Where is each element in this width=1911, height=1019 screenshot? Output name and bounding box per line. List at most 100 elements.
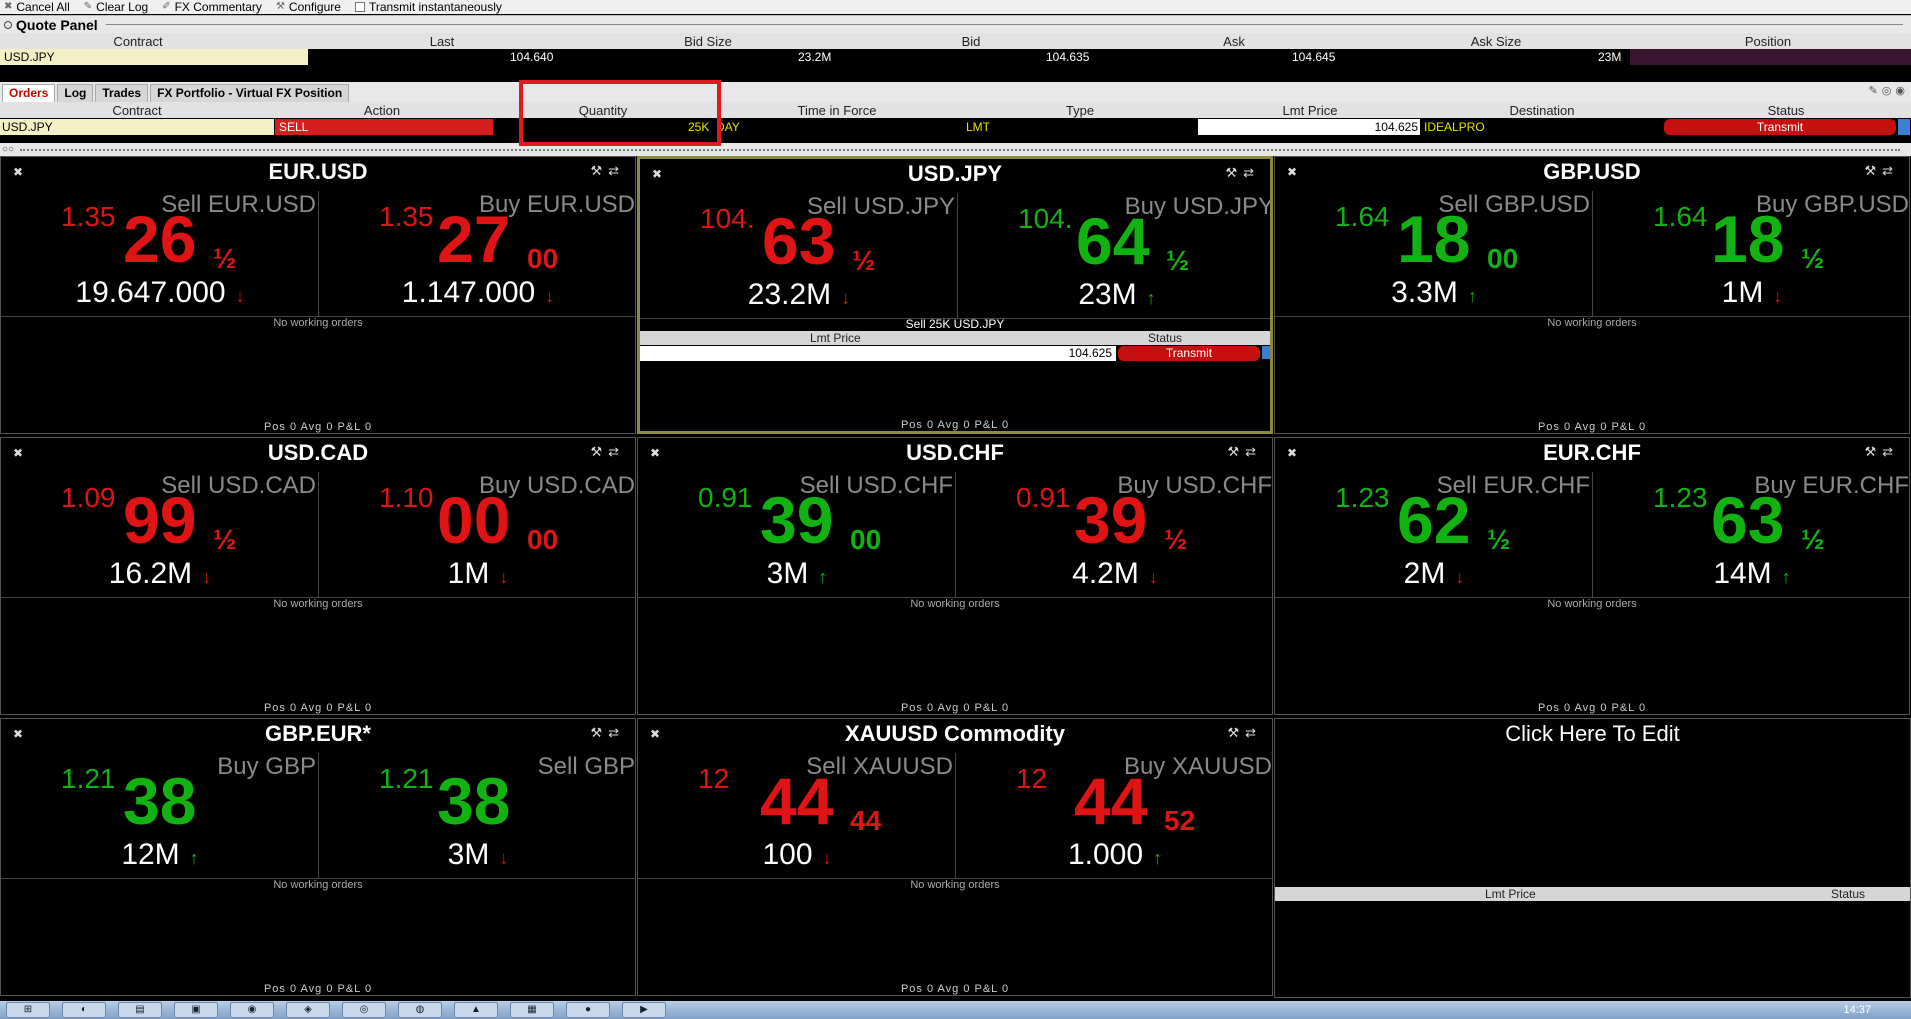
buy-side[interactable]: Buy USD.CHF 0.91 39 ½ 4.2M ↓ (956, 472, 1272, 598)
pin-icon[interactable]: ✎ (1869, 84, 1878, 97)
buy-price-pips[interactable]: 39 (1074, 478, 1147, 562)
order-destination[interactable]: IDEALPRO (1424, 119, 1485, 135)
col-tif[interactable]: Time in Force (798, 103, 877, 118)
sell-price-pips[interactable]: 39 (760, 478, 833, 562)
swap-icon[interactable]: ⇄ (608, 163, 625, 178)
wrench-icon[interactable]: ⚒ (590, 725, 608, 740)
fx-panel[interactable]: ✖ USD.JPY ⚒⇄ Sell USD.JPY 104. 63 ½ 23.2… (637, 156, 1273, 434)
taskbar-app-2[interactable]: ▤ (118, 1002, 162, 1018)
fx-panel[interactable]: ✖ GBP.EUR* ⚒⇄ Buy GBP 1.21 38 12M ↑ Sell … (0, 718, 636, 996)
wrench-icon[interactable]: ⚒ (590, 163, 608, 178)
sell-price-pips[interactable]: 44 (760, 759, 833, 843)
order-lmt-price[interactable]: 104.625 (640, 346, 1116, 361)
transmit-button[interactable]: Transmit (1664, 119, 1896, 135)
fx-panel[interactable]: ✖ USD.CAD ⚒⇄ Sell USD.CAD 1.09 99 ½ 16.2… (0, 437, 636, 715)
panel-tools[interactable]: ⚒⇄ (590, 163, 625, 179)
col-bid-size[interactable]: Bid Size (684, 34, 732, 49)
col-action[interactable]: Action (364, 103, 400, 118)
start-button[interactable]: ⊞ (6, 1002, 50, 1018)
swap-icon[interactable]: ⇄ (608, 444, 625, 459)
order-lmt-price[interactable]: 104.625 (1198, 119, 1420, 135)
order-type[interactable]: LMT (966, 119, 990, 135)
col-contract[interactable]: Contract (113, 34, 162, 49)
wrench-icon[interactable]: ⚒ (1227, 725, 1245, 740)
sell-side[interactable]: Sell USD.JPY 104. 63 ½ 23.2M ↓ (640, 193, 958, 319)
swap-icon[interactable]: ⇄ (1882, 163, 1899, 178)
col-contract[interactable]: Contract (112, 103, 161, 118)
sell-side[interactable]: Sell GBP.USD 1.64 18 00 3.3M ↑ (1275, 191, 1593, 317)
col-bid[interactable]: Bid (962, 34, 981, 49)
taskbar-app-3[interactable]: ▣ (174, 1002, 218, 1018)
col-type[interactable]: Type (1066, 103, 1094, 118)
sell-side[interactable]: Sell EUR.CHF 1.23 62 ½ 2M ↓ (1275, 472, 1593, 598)
sell-price-pips[interactable]: 63 (762, 199, 835, 283)
swap-icon[interactable]: ⇄ (1243, 165, 1260, 180)
panel-tools[interactable]: ⚒⇄ (590, 444, 625, 460)
buy-price-pips[interactable]: 63 (1711, 478, 1784, 562)
col-status[interactable]: Status (1768, 103, 1805, 118)
fx-panel[interactable]: ✖ XAUUSD Commodity ⚒⇄ Sell XAUUSD 12 44 … (637, 718, 1273, 996)
close-icon[interactable]: ◉ (1895, 84, 1905, 97)
empty-panel[interactable]: Click Here To Edit Lmt Price Status (1274, 718, 1911, 998)
panel-tools[interactable]: ⚒⇄ (590, 725, 625, 741)
order-action[interactable]: SELL (275, 119, 493, 135)
sell-side[interactable]: Sell USD.CHF 0.91 39 00 3M ↑ (638, 472, 956, 598)
tab-fx-portfolio[interactable]: FX Portfolio - Virtual FX Position (150, 84, 350, 102)
panel-tools[interactable]: ⚒⇄ (1227, 725, 1262, 741)
quote-ask[interactable]: 104.645 (1292, 49, 1335, 65)
buy-price-pips[interactable]: 18 (1711, 197, 1784, 281)
quote-bid[interactable]: 104.635 (1046, 49, 1089, 65)
sell-side[interactable]: Sell XAUUSD 12 44 44 100 ↓ (638, 753, 956, 879)
buy-side[interactable]: Buy USD.JPY 104. 64 ½ 23M ↑ (958, 193, 1270, 319)
transmit-button[interactable]: Transmit (1118, 346, 1260, 361)
col-position[interactable]: Position (1745, 34, 1791, 49)
sell-price-pips[interactable]: 99 (123, 478, 196, 562)
buy-side[interactable]: Sell GBP 1.21 38 3M ↓ (319, 753, 635, 879)
fx-commentary-button[interactable]: ✐ FX Commentary (162, 1, 262, 13)
quote-row[interactable]: USD.JPY 104.640 23.2M 104.635 104.645 23… (0, 49, 1911, 65)
wrench-icon[interactable]: ⚒ (590, 444, 608, 459)
taskbar-app-11[interactable]: ▶ (622, 1002, 666, 1018)
taskbar-app-6[interactable]: ◎ (342, 1002, 386, 1018)
restore-icon[interactable]: ◎ (1882, 84, 1892, 97)
col-ask[interactable]: Ask (1223, 34, 1245, 49)
collapse-icon[interactable] (4, 20, 12, 29)
taskbar-app-5[interactable]: ◈ (286, 1002, 330, 1018)
buy-side[interactable]: Buy EUR.USD 1.35 27 00 1.147.000 ↓ (319, 191, 635, 317)
configure-button[interactable]: ⚒ Configure (276, 1, 341, 13)
transmit-checkbox[interactable] (1898, 119, 1910, 135)
transmit-instantaneously-checkbox[interactable]: Transmit instantaneously (354, 1, 502, 13)
fx-panel[interactable]: ✖ EUR.USD ⚒⇄ Sell EUR.USD 1.35 26 ½ 19.6… (0, 156, 636, 434)
buy-price-pips[interactable]: 27 (437, 197, 510, 281)
buy-price-pips[interactable]: 44 (1074, 759, 1147, 843)
col-destination[interactable]: Destination (1509, 103, 1574, 118)
buy-side[interactable]: Buy EUR.CHF 1.23 63 ½ 14M ↑ (1593, 472, 1909, 598)
col-ask-size[interactable]: Ask Size (1471, 34, 1522, 49)
buy-side[interactable]: Buy USD.CAD 1.10 00 00 1M ↓ (319, 472, 635, 598)
wrench-icon[interactable]: ⚒ (1864, 444, 1882, 459)
tab-trades[interactable]: Trades (95, 84, 149, 102)
sell-side[interactable]: Sell EUR.USD 1.35 26 ½ 19.647.000 ↓ (1, 191, 319, 317)
taskbar-app-10[interactable]: ● (566, 1002, 610, 1018)
sell-side[interactable]: Sell USD.CAD 1.09 99 ½ 16.2M ↓ (1, 472, 319, 598)
wrench-icon[interactable]: ⚒ (1864, 163, 1882, 178)
empty-panel-title[interactable]: Click Here To Edit (1275, 721, 1910, 747)
tab-orders[interactable]: Orders (2, 84, 56, 102)
taskbar-app-7[interactable]: ◍ (398, 1002, 442, 1018)
buy-price-pips[interactable]: 38 (437, 759, 510, 843)
buy-side[interactable]: Buy XAUUSD 12 44 52 1.000 ↑ (956, 753, 1272, 879)
transmit-checkbox[interactable] (1262, 346, 1270, 359)
cancel-all-button[interactable]: ✖ Cancel All (4, 1, 70, 13)
taskbar-app-9[interactable]: ▦ (510, 1002, 554, 1018)
swap-icon[interactable]: ⇄ (1245, 444, 1262, 459)
taskbar-app-8[interactable]: ▲ (454, 1002, 498, 1018)
sell-price-pips[interactable]: 18 (1397, 197, 1470, 281)
quote-contract[interactable]: USD.JPY (0, 49, 308, 65)
buy-price-pips[interactable]: 00 (437, 478, 510, 562)
panel-tools[interactable]: ⚒⇄ (1864, 163, 1899, 179)
clear-log-button[interactable]: ✎ Clear Log (84, 1, 148, 13)
panel-tools[interactable]: ⚒⇄ (1864, 444, 1899, 460)
order-row[interactable]: USD.JPY SELL 25K DAY LMT 104.625 IDEALPR… (0, 119, 1911, 135)
swap-icon[interactable]: ⇄ (1882, 444, 1899, 459)
taskbar-app-4[interactable]: ◉ (230, 1002, 274, 1018)
